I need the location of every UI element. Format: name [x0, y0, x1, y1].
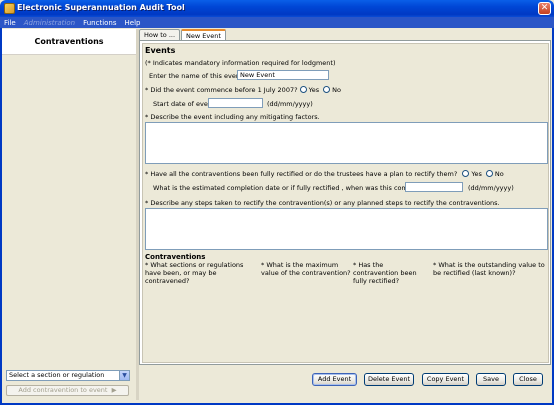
column-header-rectified: * Has the contravention been fully recti…	[353, 261, 417, 285]
menu-administration[interactable]: Administration	[24, 18, 75, 28]
rectified-label: * Have all the contraventions been fully…	[145, 170, 458, 178]
contraventions-table-heading: Contraventions	[145, 253, 206, 261]
menu-help[interactable]: Help	[125, 18, 141, 28]
menu-file[interactable]: File	[4, 18, 16, 28]
radio-icon	[299, 86, 307, 93]
completion-date-label: What is the estimated completion date or…	[153, 184, 432, 192]
column-header-sections: * What sections or regulations have been…	[145, 261, 244, 285]
arrow-right-icon: ▶	[109, 386, 117, 394]
delete-event-button[interactable]: Delete Event	[364, 373, 414, 386]
yes-label: Yes	[308, 86, 320, 94]
left-panel-header: Contraventions	[2, 29, 136, 55]
title-bar: Electronic Superannuation Audit Tool ✕	[0, 0, 554, 17]
menu-bar: File Administration Functions Help	[0, 17, 554, 28]
rectified-question: * Have all the contraventions been fully…	[145, 170, 504, 178]
event-name-input[interactable]: New Event	[237, 70, 329, 80]
describe-event-label: * Describe the event including any mitig…	[145, 113, 320, 121]
app-icon	[4, 3, 15, 14]
column-header-outstanding: * What is the outstanding value to be re…	[433, 261, 545, 277]
events-heading: Events	[145, 46, 176, 55]
menu-functions[interactable]: Functions	[83, 18, 116, 28]
before-july-question: * Did the event commence before 1 July 2…	[145, 86, 341, 94]
rectified-radio-group: Yes No	[462, 170, 504, 178]
column-header-max-value: * What is the maximum value of the contr…	[261, 261, 351, 277]
add-contravention-label: Add contravention to event	[18, 386, 108, 394]
no-label: No	[332, 86, 341, 94]
before-july-radio-group: Yes No	[299, 86, 341, 94]
radio-icon	[323, 86, 331, 93]
start-date-label: Start date of event	[153, 100, 215, 108]
radio-icon	[485, 170, 493, 177]
rectified-no[interactable]: No	[485, 170, 504, 178]
completion-date-format: (dd/mm/yyyy)	[468, 184, 514, 192]
event-form: Events (* Indicates mandatory informatio…	[142, 43, 549, 363]
close-button[interactable]: Close	[513, 373, 543, 386]
section-select-value: Select a section or regulation	[9, 371, 105, 379]
event-panel: Events (* Indicates mandatory informatio…	[139, 40, 551, 365]
window-title: Electronic Superannuation Audit Tool	[17, 3, 185, 12]
yes-label: Yes	[471, 170, 482, 178]
describe-event-textarea[interactable]	[145, 122, 548, 164]
contraventions-heading: Contraventions	[34, 37, 104, 46]
save-button[interactable]: Save	[476, 373, 506, 386]
before-july-label: * Did the event commence before 1 July 2…	[145, 86, 298, 94]
mandatory-note: (* Indicates mandatory information requi…	[145, 59, 336, 67]
completion-date-input[interactable]	[405, 182, 463, 192]
add-event-button[interactable]: Add Event	[312, 373, 357, 386]
before-july-no[interactable]: No	[323, 86, 341, 94]
rectified-yes[interactable]: Yes	[462, 170, 482, 178]
start-date-format: (dd/mm/yyyy)	[267, 100, 313, 108]
start-date-input[interactable]	[208, 98, 263, 108]
event-name-label: Enter the name of this event	[149, 72, 243, 80]
section-select[interactable]: Select a section or regulation ▼	[6, 370, 130, 381]
radio-icon	[462, 170, 470, 177]
chevron-down-icon[interactable]: ▼	[119, 371, 129, 380]
copy-event-button[interactable]: Copy Event	[422, 373, 469, 386]
close-window-button[interactable]: ✕	[538, 2, 551, 15]
tab-how-to[interactable]: How to ...	[139, 29, 181, 40]
steps-label: * Describe any steps taken to rectify th…	[145, 199, 500, 207]
no-label: No	[494, 170, 504, 178]
left-panel: Contraventions	[2, 29, 136, 400]
before-july-yes[interactable]: Yes	[299, 86, 320, 94]
add-contravention-button[interactable]: Add contravention to event ▶	[6, 385, 129, 396]
steps-textarea[interactable]	[145, 208, 548, 250]
